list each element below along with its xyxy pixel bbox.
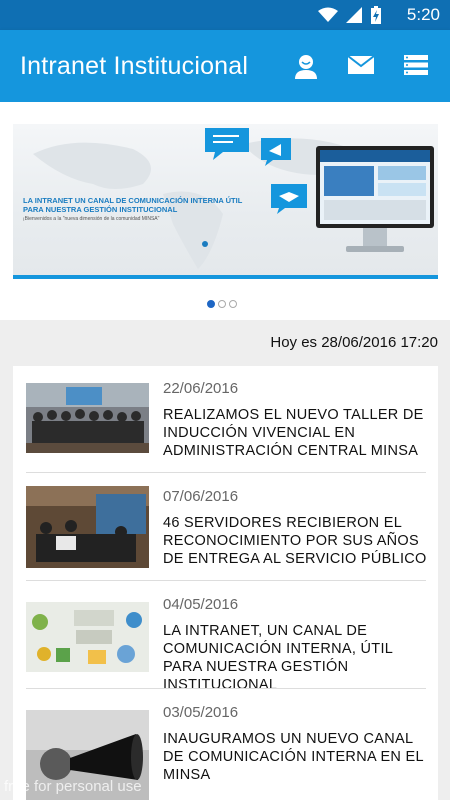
- news-date: 04/05/2016: [163, 596, 239, 613]
- news-divider: [26, 580, 426, 581]
- profile-icon: [295, 55, 317, 79]
- news-title[interactable]: 46 SERVIDORES RECIBIERON EL RECONOCIMIEN…: [163, 514, 429, 568]
- news-thumbnail: [26, 602, 149, 672]
- news-divider: [26, 688, 426, 689]
- banner-accent-bar: [13, 275, 438, 279]
- news-title[interactable]: LA INTRANET, UN CANAL DE COMUNICACIÓN IN…: [163, 622, 429, 694]
- status-icons: [318, 6, 382, 24]
- news-list: 22/06/2016 REALIZAMOS EL NUEVO TALLER DE…: [13, 366, 438, 800]
- news-date: 22/06/2016: [163, 380, 239, 397]
- carousel-dot-1[interactable]: [207, 300, 215, 308]
- menu-button[interactable]: [403, 54, 431, 78]
- app-title: Intranet Institucional: [20, 52, 249, 80]
- news-date: 03/05/2016: [163, 704, 239, 721]
- profile-button[interactable]: [293, 54, 321, 79]
- news-thumbnail: [26, 486, 149, 568]
- news-thumbnail: [26, 383, 149, 453]
- news-divider: [26, 472, 426, 473]
- banner-headline: LA INTRANET UN CANAL DE COMUNICACIÓN INT…: [23, 196, 243, 214]
- carousel-banner[interactable]: LA INTRANET UN CANAL DE COMUNICACIÓN INT…: [13, 124, 438, 279]
- menu-list-icon: [404, 55, 428, 75]
- carousel-dot-3[interactable]: [229, 300, 237, 308]
- handshake-icon: [271, 184, 307, 214]
- mail-button[interactable]: [347, 54, 375, 78]
- news-item[interactable]: 04/05/2016 LA INTRANET, UN CANAL DE COMU…: [13, 582, 438, 694]
- banner-subline: ¡Bienvenidos a la "nueva dimensión de la…: [23, 216, 160, 222]
- megaphone-icon: [261, 138, 291, 166]
- news-title[interactable]: REALIZAMOS EL NUEVO TALLER DE INDUCCIÓN …: [163, 406, 429, 460]
- app-bar: Intranet Institucional: [0, 30, 450, 102]
- carousel-dot-2[interactable]: [218, 300, 226, 308]
- status-time: 5:20: [406, 5, 440, 24]
- signal-icon: [346, 7, 362, 23]
- chat-bubble-icon: [205, 128, 249, 160]
- news-date: 07/06/2016: [163, 488, 239, 505]
- battery-icon: [371, 6, 381, 24]
- monitor-illustration: [316, 146, 434, 252]
- mail-icon: [347, 55, 375, 74]
- watermark-text: free for personal use: [4, 778, 142, 795]
- hero-carousel: LA INTRANET UN CANAL DE COMUNICACIÓN INT…: [0, 102, 450, 320]
- news-item[interactable]: 07/06/2016 46 SERVIDORES RECIBIERON EL R…: [13, 474, 438, 583]
- carousel-indicator: [207, 300, 237, 308]
- wifi-icon: [318, 7, 338, 22]
- news-title[interactable]: INAUGURAMOS UN NUEVO CANAL DE COMUNICACI…: [163, 730, 429, 784]
- news-item[interactable]: 22/06/2016 REALIZAMOS EL NUEVO TALLER DE…: [13, 366, 438, 475]
- status-bar: 5:20: [0, 0, 450, 30]
- current-datetime: Hoy es 28/06/2016 17:20: [270, 334, 438, 351]
